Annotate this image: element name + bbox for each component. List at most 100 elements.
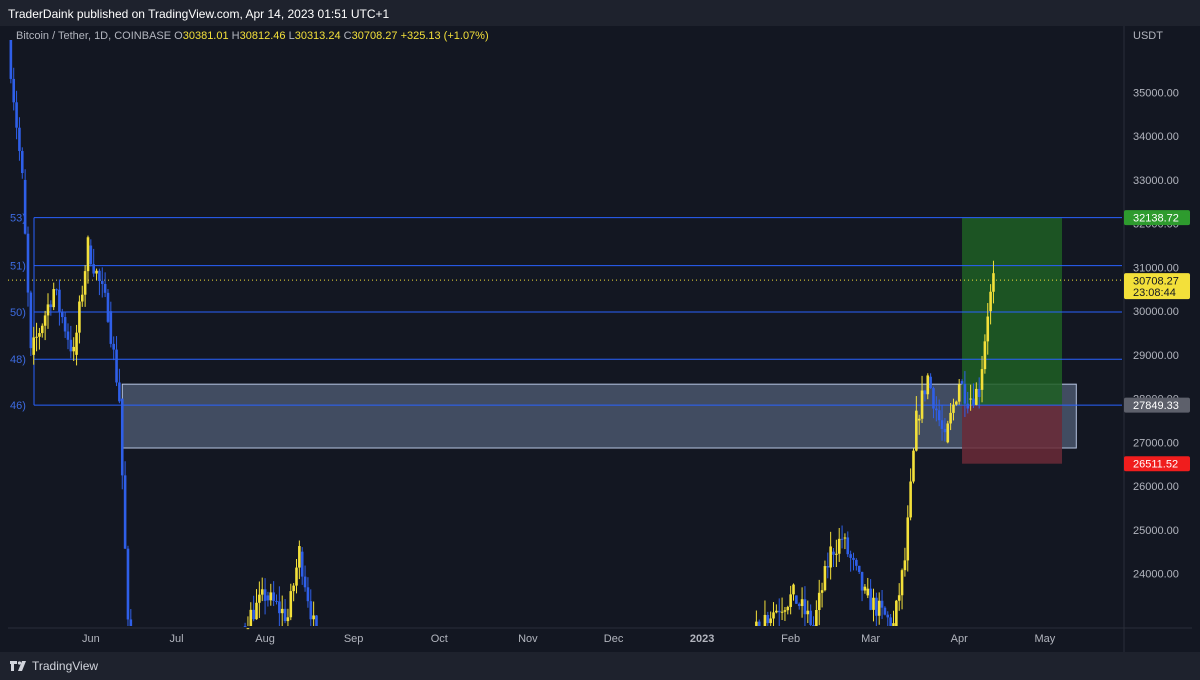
- candle-body: [260, 589, 264, 595]
- time-tick-label: 2023: [690, 633, 714, 645]
- candle-body: [43, 315, 47, 326]
- candle-body: [35, 336, 38, 338]
- fib-level-label: 46): [10, 400, 26, 412]
- candle-body: [929, 376, 932, 389]
- time-tick-label: Oct: [431, 633, 448, 645]
- price-tick-label: 33000.00: [1133, 175, 1179, 187]
- candle-body: [272, 592, 275, 601]
- candle-body: [112, 343, 115, 350]
- candle-body: [100, 280, 104, 284]
- candle-body: [98, 270, 101, 281]
- candle-body: [252, 609, 255, 620]
- candle-body: [880, 600, 884, 608]
- candle-body: [906, 517, 910, 561]
- time-tick-label: Jul: [169, 633, 183, 645]
- candle-body: [106, 292, 110, 322]
- candle-body: [963, 383, 967, 404]
- candle-body: [23, 179, 27, 234]
- price-chart[interactable]: USDT35000.0034000.0033000.0032000.003100…: [0, 0, 1200, 680]
- price-tick-label: 30000.00: [1133, 306, 1179, 318]
- candle-body: [889, 617, 892, 626]
- candle-body: [869, 588, 872, 610]
- candle-body: [817, 592, 821, 610]
- price-tick-label: 34000.00: [1133, 131, 1179, 143]
- candle-body: [820, 590, 824, 593]
- candle-body: [60, 311, 64, 318]
- candle-body: [923, 390, 927, 395]
- candle-body: [783, 610, 787, 612]
- candle-body: [263, 589, 267, 601]
- candle-body: [15, 102, 18, 128]
- target-zone: [962, 217, 1063, 406]
- candle-body: [877, 600, 881, 616]
- candle-body: [75, 332, 78, 355]
- time-tick-label: Aug: [255, 633, 275, 645]
- candle-body: [897, 595, 901, 601]
- candle-body: [955, 401, 958, 405]
- candle-body: [755, 621, 758, 626]
- candle-body: [286, 617, 290, 622]
- candle-body: [18, 127, 21, 152]
- candle-body: [92, 264, 95, 274]
- price-tick-label: 26000.00: [1133, 481, 1179, 493]
- candle-body: [269, 592, 273, 601]
- price-unit-label: USDT: [1133, 30, 1163, 42]
- candle-body: [312, 615, 315, 620]
- candle-body: [780, 611, 784, 613]
- candle-body: [309, 601, 313, 620]
- candle-body: [757, 621, 761, 626]
- candle-body: [917, 418, 921, 421]
- price-axis-label: 26511.52: [1133, 459, 1178, 471]
- candle-body: [835, 553, 838, 555]
- candle-body: [909, 481, 912, 518]
- candle-body: [300, 551, 304, 577]
- candle-body: [857, 565, 861, 572]
- symbol-name: Bitcoin / Tether, 1D, COINBASE: [16, 30, 172, 42]
- candle-body: [89, 245, 93, 265]
- candle-body: [80, 294, 84, 302]
- candle-body: [52, 289, 56, 308]
- candle-body: [886, 614, 890, 618]
- candle-body: [855, 559, 858, 566]
- candle-body: [983, 341, 987, 370]
- candle-body: [915, 410, 918, 451]
- candle-body: [69, 339, 73, 352]
- candle-body: [789, 594, 792, 607]
- candle-body: [966, 403, 970, 409]
- candle-body: [72, 346, 75, 352]
- candle-body: [306, 587, 310, 602]
- candle-body: [795, 595, 798, 604]
- candle-body: [989, 291, 992, 312]
- candle-body: [126, 548, 130, 620]
- candle-body: [255, 602, 258, 620]
- time-tick-label: Mar: [861, 633, 880, 645]
- candle-body: [275, 600, 278, 602]
- candle-body: [863, 586, 867, 591]
- candle-body: [866, 588, 870, 596]
- candle-body: [66, 331, 70, 340]
- candle-body: [769, 618, 772, 624]
- high-label: H: [231, 30, 240, 42]
- candle-body: [766, 614, 770, 624]
- fib-level-label: 50): [10, 307, 26, 319]
- candle-body: [903, 560, 907, 571]
- tradingview-logo-icon: [10, 661, 26, 671]
- candle-body: [129, 619, 133, 626]
- tradingview-brand[interactable]: TradingView: [10, 659, 98, 673]
- candle-body: [943, 428, 947, 433]
- candle-body: [246, 628, 250, 630]
- candle-body: [977, 388, 981, 398]
- candle-body: [815, 609, 818, 626]
- candle-body: [840, 538, 844, 540]
- candle-body: [949, 412, 952, 424]
- time-tick-label: Jun: [82, 633, 100, 645]
- candle-body: [852, 557, 855, 560]
- candle-body: [29, 292, 33, 349]
- footer-bar: [0, 652, 1200, 680]
- candle-body: [258, 594, 261, 603]
- candle-body: [283, 608, 287, 622]
- candle-body: [952, 404, 955, 413]
- candle-body: [86, 237, 90, 272]
- high-value: 30812.46: [239, 30, 286, 42]
- time-tick-label: Nov: [518, 633, 538, 645]
